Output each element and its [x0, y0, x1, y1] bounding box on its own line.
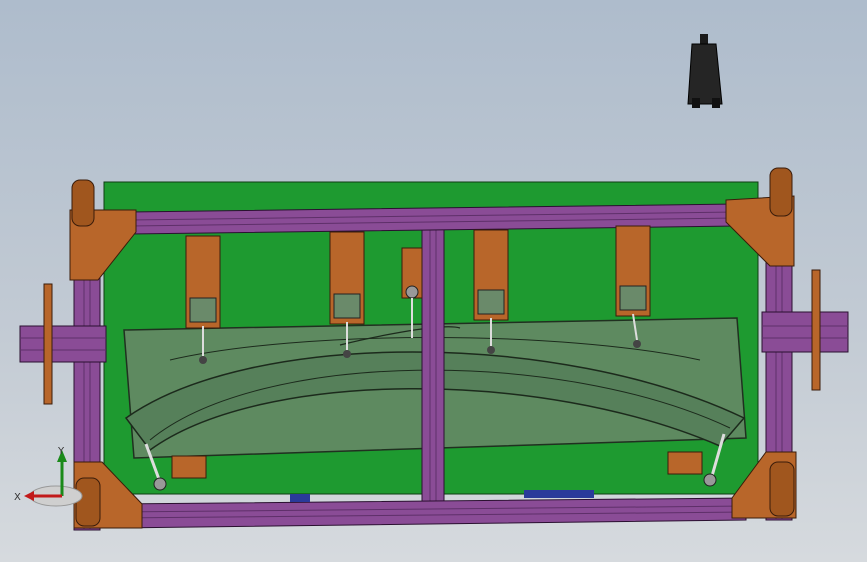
detached-bracket-part[interactable] — [687, 34, 723, 108]
x-axis-label: X — [14, 492, 21, 503]
blue-support-block[interactable] — [524, 490, 594, 498]
bottom-frame-rail[interactable] — [119, 497, 747, 529]
center-beam[interactable] — [421, 227, 445, 505]
axis-triad-icon: Y X — [14, 446, 83, 507]
blue-support-block[interactable] — [290, 494, 310, 502]
fixture-model[interactable]: Y X — [0, 0, 867, 562]
y-axis-label: Y — [57, 446, 65, 457]
cad-graphics-area[interactable]: Y X — [0, 0, 867, 562]
